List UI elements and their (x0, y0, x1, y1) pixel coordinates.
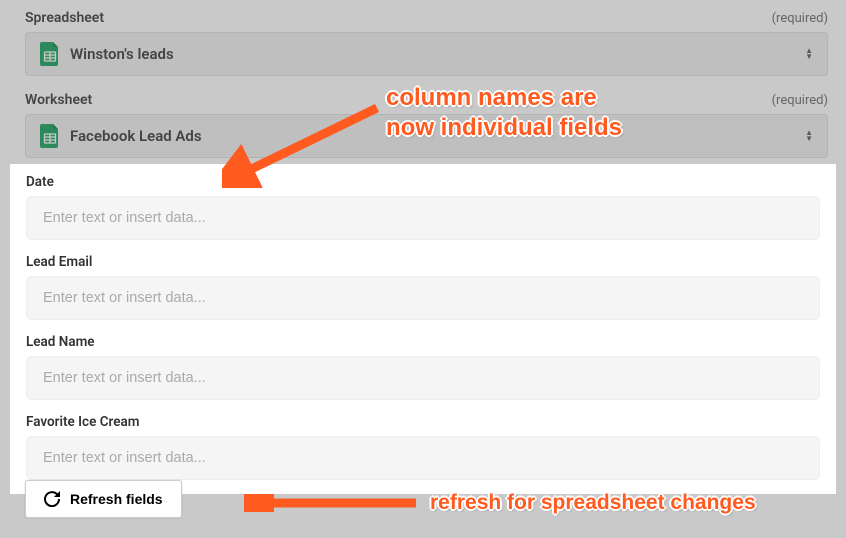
lead-email-input[interactable] (26, 276, 820, 320)
lead-name-field-block: Lead Name (26, 334, 820, 400)
worksheet-field: Worksheet (required) Facebook Lead Ads ▲… (25, 92, 828, 158)
worksheet-select[interactable]: Facebook Lead Ads ▲▼ (25, 114, 828, 158)
fields-panel: Date Lead Email Lead Name Favorite Ice C… (10, 164, 836, 494)
date-field-block: Date (26, 174, 820, 240)
spreadsheet-label: Spreadsheet (25, 10, 104, 26)
spreadsheet-label-row: Spreadsheet (required) (25, 10, 828, 26)
worksheet-required: (required) (772, 93, 828, 108)
up-down-icon: ▲▼ (805, 130, 813, 142)
google-sheets-icon (40, 42, 60, 66)
google-sheets-icon (40, 124, 60, 148)
spreadsheet-select[interactable]: Winston's leads ▲▼ (25, 32, 828, 76)
worksheet-label-row: Worksheet (required) (25, 92, 828, 108)
lead-name-label: Lead Name (26, 334, 820, 350)
spreadsheet-field: Spreadsheet (required) Winston's leads ▲… (25, 10, 828, 76)
up-down-icon: ▲▼ (805, 48, 813, 60)
favorite-ice-cream-field-block: Favorite Ice Cream (26, 414, 820, 480)
lead-email-field-block: Lead Email (26, 254, 820, 320)
refresh-fields-button[interactable]: Refresh fields (25, 480, 182, 518)
date-input[interactable] (26, 196, 820, 240)
refresh-icon (44, 491, 60, 507)
spreadsheet-value: Winston's leads (70, 45, 805, 63)
refresh-fields-label: Refresh fields (70, 491, 163, 507)
worksheet-label: Worksheet (25, 92, 92, 108)
refresh-row: Refresh fields (25, 480, 182, 518)
lead-email-label: Lead Email (26, 254, 820, 270)
arrow-icon (244, 494, 419, 512)
favorite-ice-cream-label: Favorite Ice Cream (26, 414, 820, 430)
worksheet-value: Facebook Lead Ads (70, 127, 805, 145)
lead-name-input[interactable] (26, 356, 820, 400)
date-label: Date (26, 174, 820, 190)
spreadsheet-required: (required) (772, 11, 828, 26)
favorite-ice-cream-input[interactable] (26, 436, 820, 480)
